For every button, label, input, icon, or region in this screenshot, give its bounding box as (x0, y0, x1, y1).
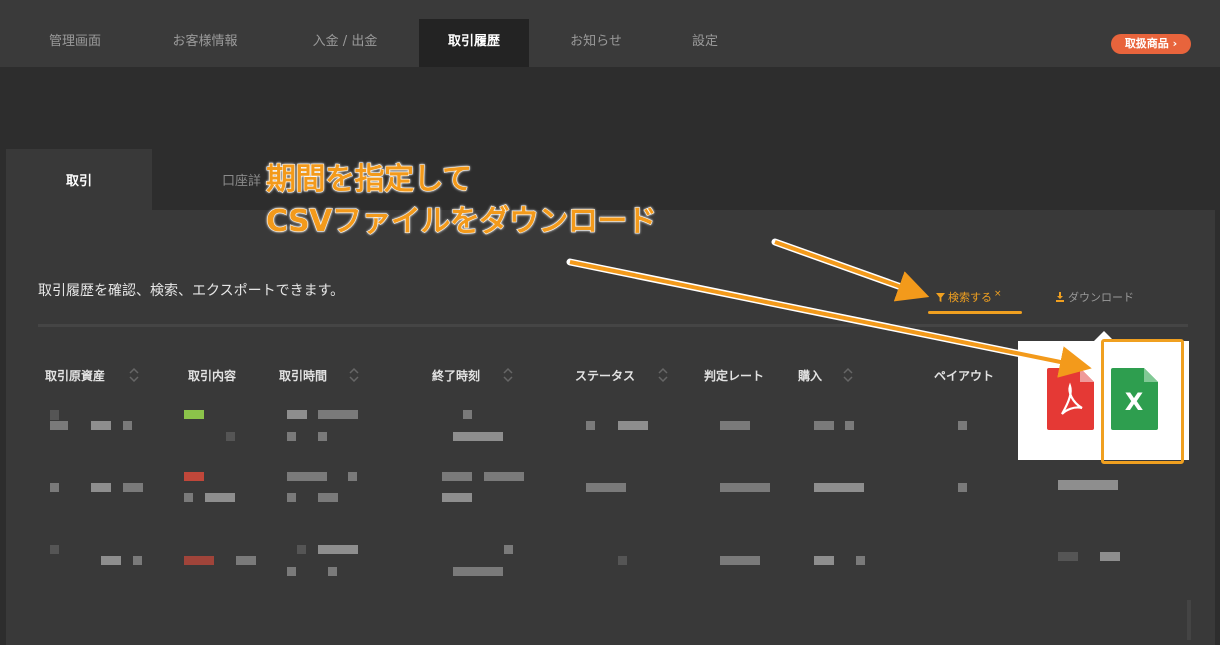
callout-line-1: 期間を指定して (266, 162, 473, 198)
annotation-arrows (566, 238, 1092, 378)
callout-line-2: CSVファイルをダウンロード (265, 204, 657, 240)
